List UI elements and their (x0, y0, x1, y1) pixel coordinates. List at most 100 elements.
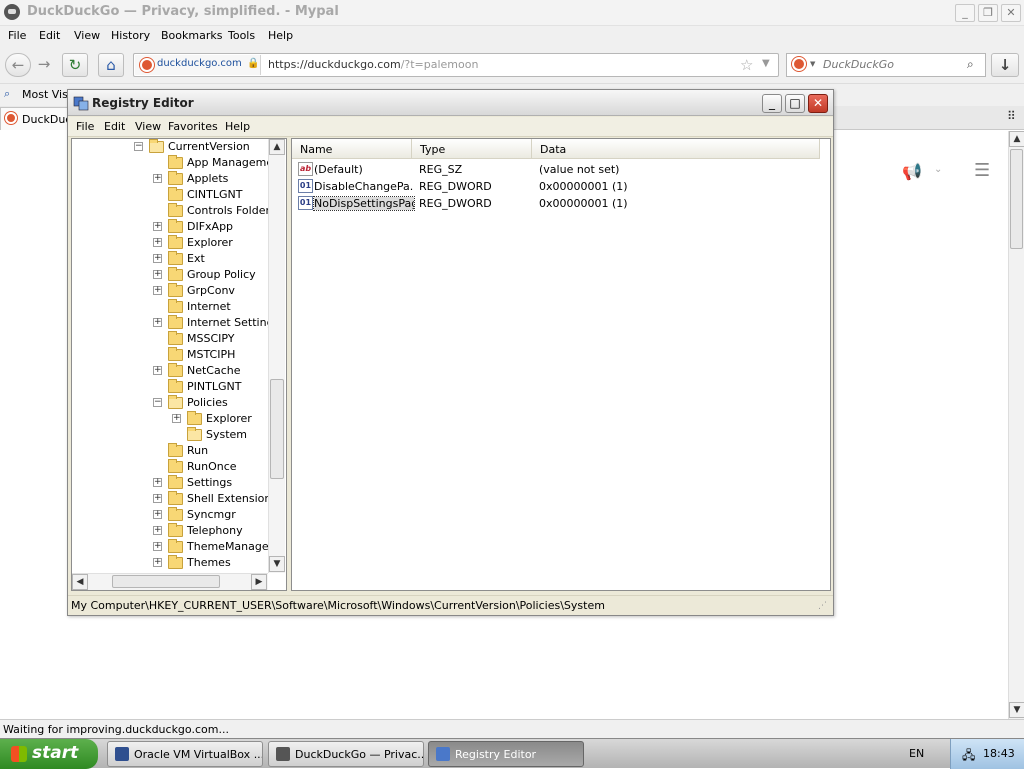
url-text[interactable]: https://duckduckgo.com/?t=palemoon (268, 58, 478, 71)
menu-bookmarks[interactable]: Bookmarks (161, 29, 222, 42)
page-scroll-thumb[interactable] (1010, 149, 1023, 249)
search-icon[interactable]: ⌕ (967, 57, 974, 72)
search-engine-dropdown-icon[interactable]: ▼ (810, 60, 815, 68)
page-scrollbar[interactable]: ▲ ▼ (1008, 131, 1024, 719)
menu-history[interactable]: History (111, 29, 150, 42)
expand-icon[interactable]: + (153, 542, 162, 551)
browser-titlebar: DuckDuckGo — Privacy, simplified. - Mypa… (0, 0, 1024, 26)
menu-edit[interactable]: Edit (39, 29, 60, 42)
folder-icon (168, 379, 183, 393)
regedit-menu-view[interactable]: View (135, 120, 161, 133)
page-scroll-up-button[interactable]: ▲ (1009, 131, 1024, 147)
column-header-data[interactable]: Data (532, 139, 820, 159)
reload-button[interactable]: ↻ (62, 53, 88, 77)
regedit-maximize-button[interactable]: □ (785, 94, 805, 113)
menu-help[interactable]: Help (268, 29, 293, 42)
site-identity-button[interactable]: duckduckgo.com 🔒 (135, 55, 261, 75)
expand-icon[interactable]: + (153, 254, 162, 263)
taskbar-app-icon (436, 747, 450, 761)
taskbar-button[interactable]: Registry Editor (428, 741, 584, 767)
browser-minimize-button[interactable]: _ (955, 4, 975, 22)
expand-icon[interactable]: + (153, 366, 162, 375)
tree-node-label: PINTLGNT (187, 380, 242, 393)
language-indicator[interactable]: EN (909, 747, 924, 760)
tree-horizontal-scrollbar[interactable]: ◀ ▶ (72, 573, 268, 590)
bookmark-star-icon[interactable]: ☆ (740, 56, 753, 74)
value-row[interactable]: ab (Default) REG_SZ (value not set) (296, 161, 826, 178)
regedit-menu-file[interactable]: File (76, 120, 94, 133)
regedit-menu-edit[interactable]: Edit (104, 120, 125, 133)
hamburger-menu-icon[interactable]: ☰ (974, 160, 990, 181)
expand-icon[interactable]: + (153, 478, 162, 487)
expand-icon[interactable]: + (153, 526, 162, 535)
tree-node-label: CurrentVersion (168, 140, 250, 153)
expand-icon[interactable]: + (153, 558, 162, 567)
column-header-name[interactable]: Name (292, 139, 412, 159)
regedit-close-button[interactable]: ✕ (808, 94, 828, 113)
taskbar-button[interactable]: DuckDuckGo — Privac... (268, 741, 424, 767)
regedit-menu-help[interactable]: Help (225, 120, 250, 133)
expand-icon[interactable]: + (153, 270, 162, 279)
home-button[interactable]: ⌂ (98, 53, 124, 77)
browser-close-button[interactable]: ✕ (1001, 4, 1021, 22)
forward-button[interactable]: → (31, 53, 57, 77)
taskbar: start Oracle VM VirtualBox ... DuckDuckGo… (0, 738, 1024, 769)
regedit-menu-favorites[interactable]: Favorites (168, 120, 218, 133)
menu-file[interactable]: File (8, 29, 26, 42)
windows-flag-icon (11, 746, 27, 762)
value-name: DisableChangePa... (314, 180, 414, 193)
taskbar-button-label: Oracle VM VirtualBox ... (134, 748, 263, 761)
folder-icon (168, 363, 183, 377)
regedit-minimize-button[interactable]: _ (762, 94, 782, 113)
url-path: /?t=palemoon (400, 58, 479, 71)
column-header-type[interactable]: Type (412, 139, 532, 159)
expand-icon[interactable]: + (153, 318, 162, 327)
value-row[interactable]: 01 DisableChangePa... REG_DWORD 0x00000001 … (296, 178, 826, 195)
collapse-icon[interactable]: − (134, 142, 143, 151)
folder-icon (168, 171, 183, 185)
downloads-button[interactable]: ↓ (991, 53, 1019, 77)
announcement-chevron-down-icon[interactable]: ⌄ (934, 164, 942, 175)
browser-menubar: File Edit View History Bookmarks Tools H… (0, 26, 1024, 46)
search-bar[interactable]: ▼ ⌕ (786, 53, 986, 77)
registry-key-tree: − CurrentVersion App Managemer + Applets CINT… (71, 138, 287, 591)
network-icon[interactable]: 🖧 (962, 746, 975, 767)
url-bar[interactable]: duckduckgo.com 🔒 https://duckduckgo.com/… (133, 53, 779, 77)
url-dropdown-icon[interactable]: ▼ (762, 58, 770, 69)
expand-icon[interactable]: + (153, 238, 162, 247)
tree-scroll-right-button[interactable]: ▶ (251, 574, 267, 590)
tab-label: DuckDuc (22, 113, 72, 126)
tree-hscroll-thumb[interactable] (112, 575, 220, 588)
start-button[interactable]: start (0, 739, 98, 769)
menu-tools[interactable]: Tools (228, 29, 255, 42)
tree-vscroll-thumb[interactable] (270, 379, 284, 479)
announcement-megaphone-icon[interactable]: 📢 (902, 162, 922, 181)
tree-scroll-down-button[interactable]: ▼ (269, 556, 285, 572)
expand-icon[interactable]: + (153, 510, 162, 519)
search-engine-icon[interactable] (792, 57, 806, 71)
search-input[interactable] (821, 57, 961, 72)
value-row[interactable]: 01 NoDispSettingsPage REG_DWORD 0x00000001 … (296, 195, 826, 212)
tree-scroll-left-button[interactable]: ◀ (72, 574, 88, 590)
expand-icon[interactable]: + (153, 286, 162, 295)
expand-icon[interactable]: + (153, 494, 162, 503)
expand-icon[interactable]: + (153, 222, 162, 231)
taskbar-button[interactable]: Oracle VM VirtualBox ... (107, 741, 263, 767)
tree-scroll-up-button[interactable]: ▲ (269, 139, 285, 155)
bookmark-most-visited[interactable]: Most Visi (22, 88, 71, 101)
resize-grip-icon[interactable]: ⋰ (818, 601, 827, 611)
menu-view[interactable]: View (74, 29, 100, 42)
tree-node-label: System (206, 428, 248, 441)
registry-editor-titlebar[interactable]: Registry Editor _ □ ✕ (68, 90, 833, 116)
tree-vertical-scrollbar[interactable]: ▲ ▼ (268, 139, 285, 573)
collapse-icon[interactable]: − (153, 398, 162, 407)
back-button[interactable]: ← (5, 53, 31, 77)
browser-maximize-button[interactable]: ❐ (978, 4, 998, 22)
page-scroll-down-button[interactable]: ▼ (1009, 702, 1024, 718)
tab-list-icon[interactable]: ⠿ (1007, 109, 1016, 123)
folder-icon (168, 251, 183, 265)
expand-icon[interactable]: + (153, 174, 162, 183)
folder-icon (168, 203, 183, 217)
clock[interactable]: 18:43 (983, 747, 1015, 760)
expand-icon[interactable]: + (172, 414, 181, 423)
